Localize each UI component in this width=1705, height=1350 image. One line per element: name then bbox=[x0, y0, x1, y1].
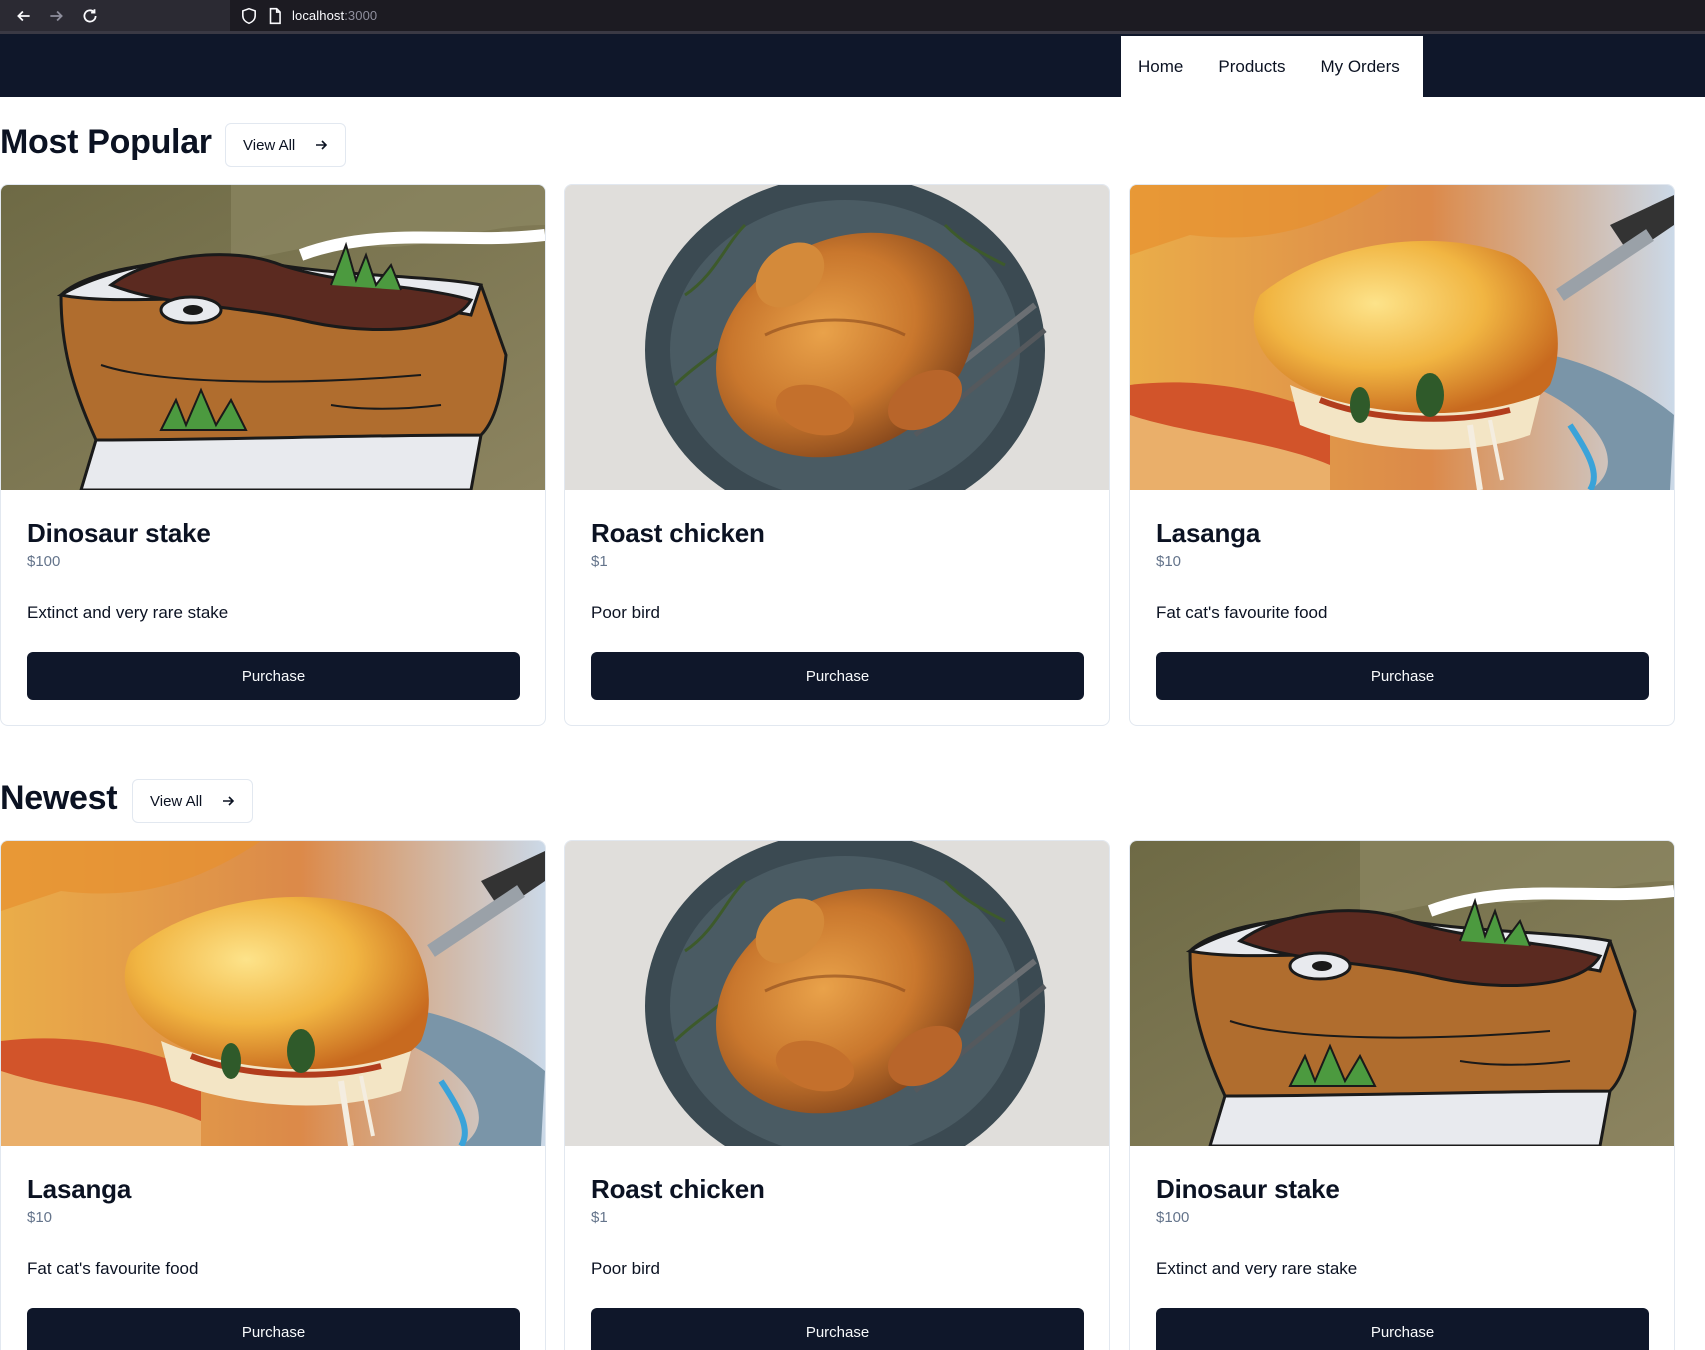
product-name: Roast chicken bbox=[591, 518, 765, 548]
product-description: Poor bird bbox=[591, 1259, 660, 1278]
product-card: Lasanga $10 Fat cat's favourite food Pur… bbox=[0, 840, 546, 1350]
view-all-label: View All bbox=[243, 136, 296, 154]
section-title: Most Popular bbox=[0, 123, 212, 161]
browser-nav-area bbox=[0, 0, 230, 33]
product-price: $10 bbox=[1156, 553, 1182, 570]
view-all-button[interactable]: View All bbox=[225, 123, 347, 167]
url-bar[interactable]: localhost:3000 bbox=[232, 0, 1705, 33]
product-name: Lasanga bbox=[1156, 518, 1261, 548]
purchase-button[interactable]: Purchase bbox=[591, 652, 1084, 700]
site-header: Home Products My Orders bbox=[0, 34, 1705, 97]
product-name: Dinosaur stake bbox=[27, 518, 211, 548]
arrow-right-icon bbox=[316, 140, 328, 150]
purchase-button[interactable]: Purchase bbox=[1156, 652, 1649, 700]
product-price: $100 bbox=[27, 553, 61, 570]
reload-icon[interactable] bbox=[76, 3, 104, 29]
product-description: Poor bird bbox=[591, 603, 660, 622]
product-image-roast-chicken bbox=[565, 841, 1109, 1146]
product-card: Lasanga $10 Fat cat's favourite food Pur… bbox=[1129, 184, 1675, 726]
forward-icon[interactable] bbox=[42, 3, 70, 29]
nav-products-link[interactable]: Products bbox=[1218, 57, 1285, 77]
nav-my-orders-link[interactable]: My Orders bbox=[1320, 57, 1399, 77]
product-card: Roast chicken $1 Poor bird Purchase bbox=[564, 184, 1110, 726]
product-card: Dinosaur stake $100 Extinct and very rar… bbox=[1129, 840, 1675, 1350]
browser-toolbar: localhost:3000 bbox=[0, 0, 1705, 34]
product-description: Extinct and very rare stake bbox=[1156, 1259, 1358, 1278]
product-card: Dinosaur stake $100 Extinct and very rar… bbox=[0, 184, 546, 726]
product-image-dinosaur-steak bbox=[1, 185, 545, 490]
product-price: $1 bbox=[591, 1209, 608, 1226]
product-name: Dinosaur stake bbox=[1156, 1174, 1340, 1204]
nav-home-link[interactable]: Home bbox=[1138, 57, 1183, 77]
view-all-button[interactable]: View All bbox=[132, 779, 254, 823]
purchase-button[interactable]: Purchase bbox=[591, 1308, 1084, 1350]
purchase-button[interactable]: Purchase bbox=[1156, 1308, 1649, 1350]
purchase-button[interactable]: Purchase bbox=[27, 1308, 520, 1350]
main-nav: Home Products My Orders bbox=[1121, 36, 1423, 97]
product-image-roast-chicken bbox=[565, 185, 1109, 490]
product-name: Lasanga bbox=[27, 1174, 132, 1204]
product-name: Roast chicken bbox=[591, 1174, 765, 1204]
product-image-lasagna bbox=[1130, 185, 1674, 490]
product-price: $100 bbox=[1156, 1209, 1190, 1226]
product-card: Roast chicken $1 Poor bird Purchase bbox=[564, 840, 1110, 1350]
back-icon[interactable] bbox=[10, 3, 38, 29]
view-all-label: View All bbox=[150, 792, 203, 810]
product-image-lasagna bbox=[1, 841, 545, 1146]
product-price: $10 bbox=[27, 1209, 53, 1226]
section-title: Newest bbox=[0, 779, 118, 817]
url-text[interactable]: localhost:3000 bbox=[292, 8, 377, 23]
url-host: localhost bbox=[292, 8, 345, 23]
purchase-button[interactable]: Purchase bbox=[27, 652, 520, 700]
product-description: Fat cat's favourite food bbox=[27, 1259, 199, 1278]
page-icon bbox=[266, 7, 284, 25]
product-description: Fat cat's favourite food bbox=[1156, 603, 1328, 622]
shield-icon[interactable] bbox=[240, 7, 258, 25]
product-image-dinosaur-steak bbox=[1130, 841, 1674, 1146]
product-description: Extinct and very rare stake bbox=[27, 603, 229, 622]
url-port: :3000 bbox=[344, 8, 378, 23]
arrow-right-icon bbox=[223, 796, 235, 806]
product-price: $1 bbox=[591, 553, 608, 570]
